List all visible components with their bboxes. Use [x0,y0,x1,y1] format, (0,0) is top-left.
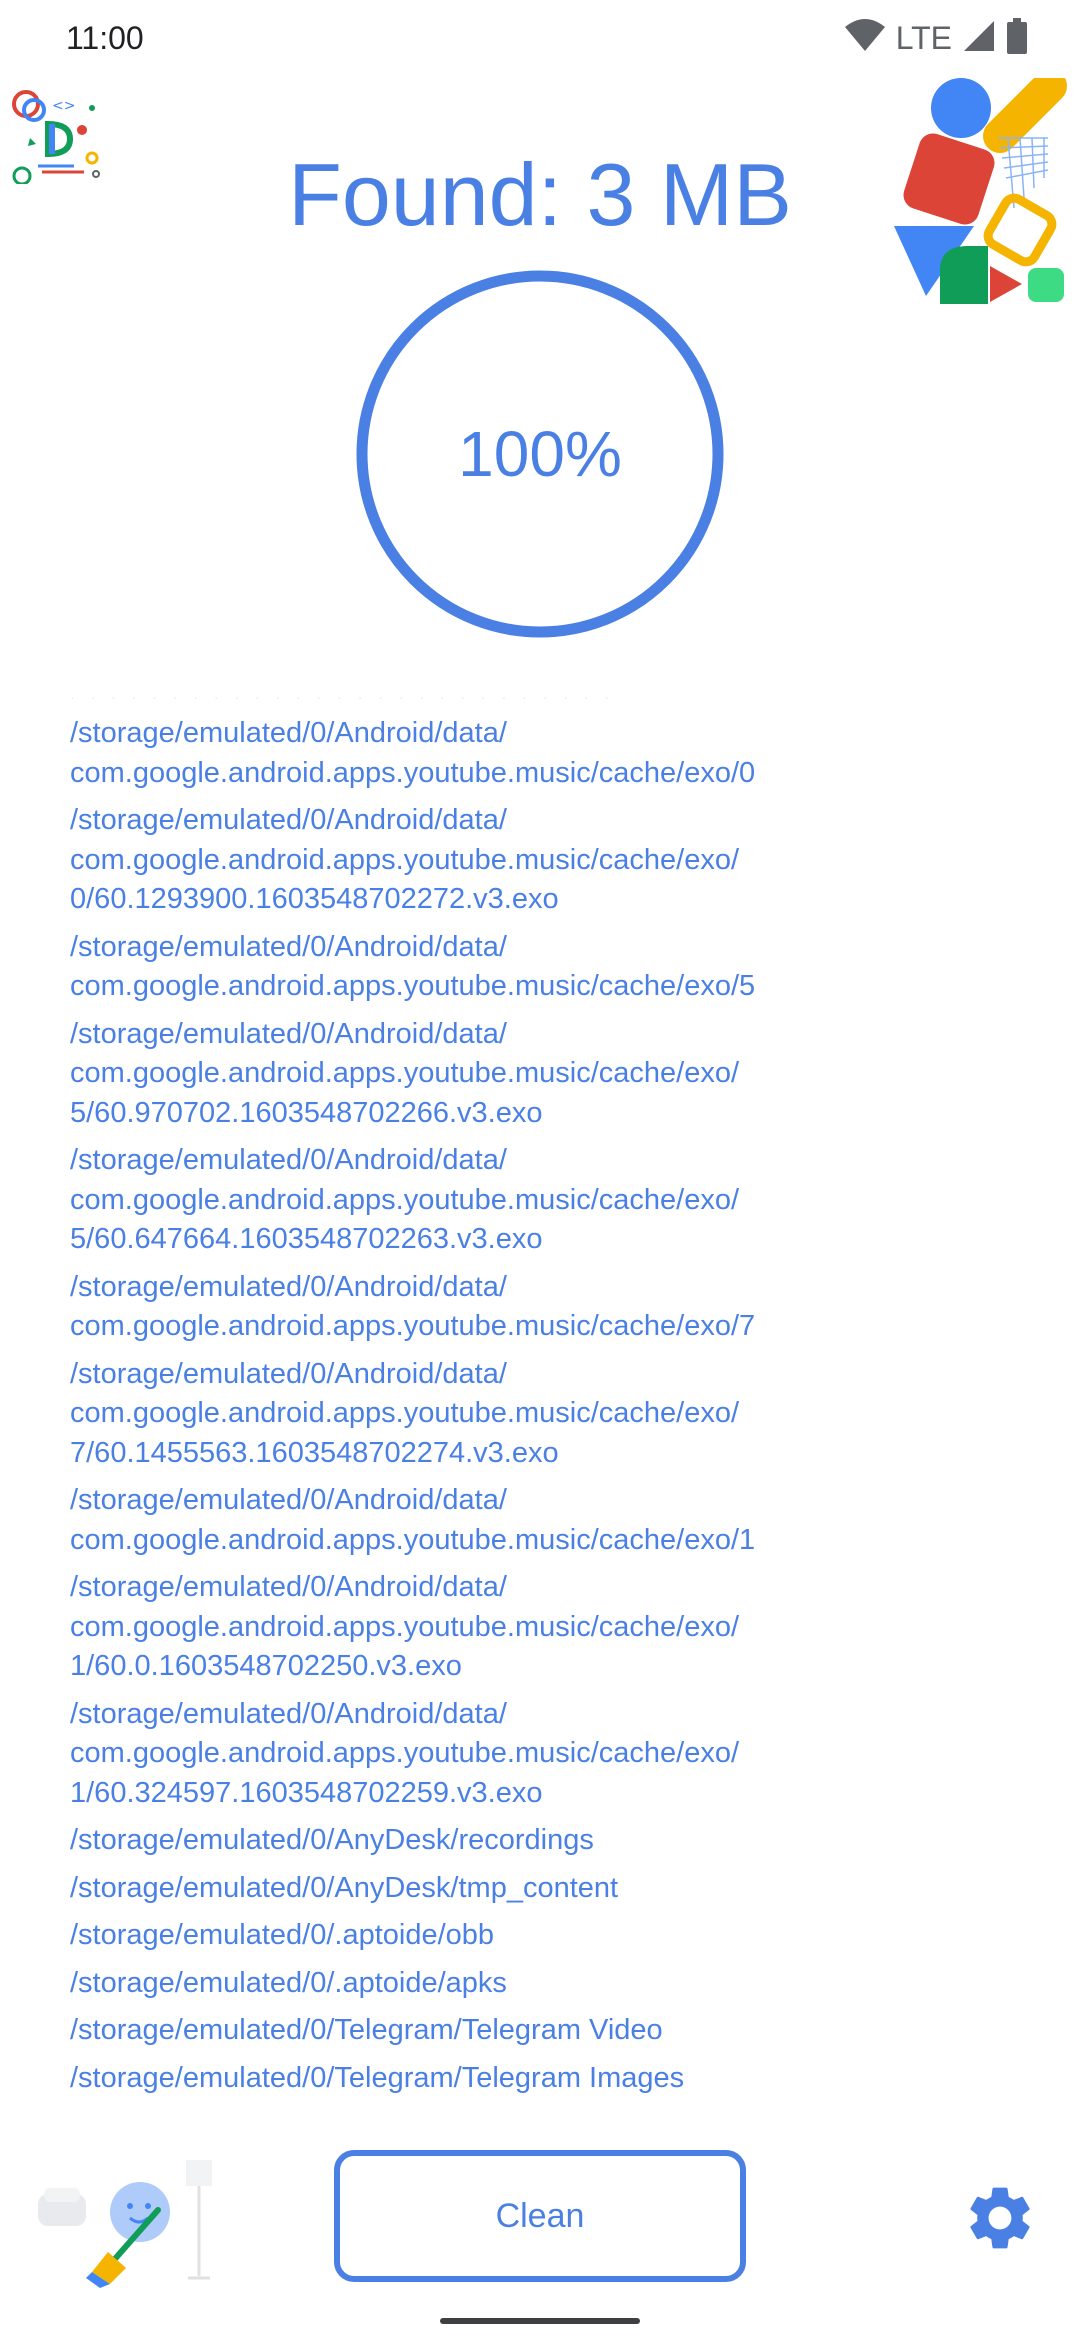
progress-percent: 100% [458,418,622,490]
found-files-list-content: · · · · · · · · · · · · · · · · · · · · … [70,690,1030,2106]
file-path-item: /storage/emulated/0/.aptoide/apks [70,1966,507,1999]
status-time: 11:00 [66,20,144,56]
file-path-item: /storage/emulated/0/Android/data/ com.go… [70,1697,740,1809]
file-path-item: /storage/emulated/0/.aptoide/obb [70,1919,495,1951]
svg-text:<>: <> [52,98,75,114]
cleaning-broom-mascot-icon [30,2160,220,2290]
file-path-item: /storage/emulated/0/Android/data/ com.go… [70,804,740,915]
list-top-fade [0,690,1080,714]
file-path-item: /storage/emulated/0/Android/data/ com.go… [70,717,756,789]
found-size-title: Found: 3 MB [288,145,792,244]
app-screen: 11:00 LTE <> Found: 3 MB 100% /storage/e… [0,0,1080,2340]
home-indicator[interactable] [440,2318,640,2324]
file-path-item: /storage/emulated/0/Telegram/Telegram Im… [70,2061,685,2094]
clean-button[interactable]: Clean [334,2150,746,2282]
file-path-item: /storage/emulated/0/Telegram/Telegram Vi… [70,2014,663,2046]
file-path-item: /storage/emulated/0/Android/data/ com.go… [70,1571,740,1682]
file-path-item: /storage/emulated/0/AnyDesk/recordings [70,1824,594,1856]
file-path-item: /storage/emulated/0/Android/data/ com.go… [70,930,756,1003]
status-bar: 11:00 LTE [0,0,1080,76]
gear-icon[interactable] [962,2180,1038,2256]
file-path-item: /storage/emulated/0/Android/data/ com.go… [70,1357,740,1469]
status-icons: LTE [844,18,1028,59]
file-path-item: /storage/emulated/0/Android/data/ com.go… [70,1484,756,1556]
file-path-item: /storage/emulated/0/AnyDesk/tmp_content [70,1871,619,1904]
wifi-icon [844,19,886,58]
battery-icon [1006,18,1028,59]
cell-signal-icon [962,19,996,58]
found-files-list[interactable]: · · · · · · · · · · · · · · · · · · · · … [0,690,1080,2110]
file-path-item: /storage/emulated/0/Android/data/ com.go… [70,1144,740,1255]
network-type: LTE [895,20,952,56]
file-path-item: /storage/emulated/0/Android/data/ com.go… [70,1017,740,1129]
file-path-item: /storage/emulated/0/Android/data/ com.go… [70,1270,756,1343]
